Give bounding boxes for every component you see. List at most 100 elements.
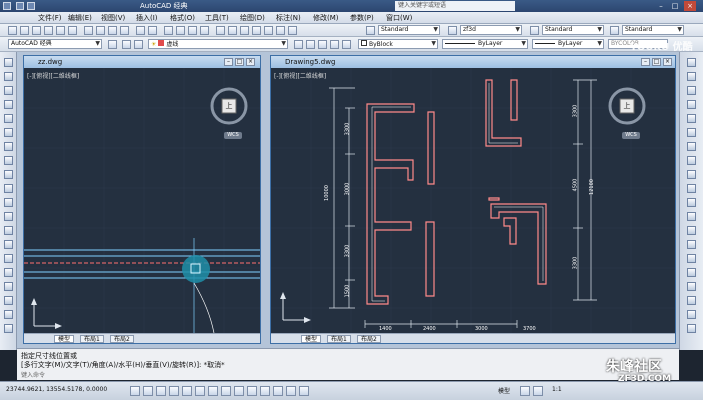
text-style-dropdown[interactable]: Standard ▼ [378, 25, 440, 35]
help-icon[interactable] [288, 26, 297, 35]
infer-constraints-icon[interactable] [130, 386, 140, 396]
tab-model[interactable]: 模型 [301, 335, 322, 343]
trim-icon[interactable] [687, 184, 696, 193]
linetype-dropdown[interactable]: ByLayer ▼ [442, 39, 528, 49]
zoom-realtime-icon[interactable] [176, 26, 185, 35]
menu-window[interactable]: 窗口(W) [386, 13, 412, 23]
stretch-icon[interactable] [687, 170, 696, 179]
menu-modify[interactable]: 修改(M) [313, 13, 339, 23]
copy-object-icon[interactable] [687, 72, 696, 81]
new-icon[interactable] [16, 2, 24, 10]
menu-format[interactable]: 格式(O) [170, 13, 195, 23]
multiline-text-icon[interactable] [4, 310, 13, 319]
break-icon[interactable] [687, 226, 696, 235]
menu-edit[interactable]: 编辑(E) [68, 13, 92, 23]
layer-match-icon[interactable] [342, 40, 351, 49]
new-file-icon[interactable] [8, 26, 17, 35]
publish-icon[interactable] [68, 26, 77, 35]
zoom-previous-icon[interactable] [200, 26, 209, 35]
line-icon[interactable] [4, 58, 13, 67]
revcloud-icon[interactable] [4, 156, 13, 165]
ellipse-arc-icon[interactable] [4, 198, 13, 207]
dim-style-dropdown[interactable]: zf3d ▼ [460, 25, 522, 35]
blend-curves-icon[interactable] [687, 282, 696, 291]
layer-unisolate-icon[interactable] [330, 40, 339, 49]
doc-maximize-button[interactable]: □ [652, 58, 661, 66]
menu-view[interactable]: 视图(V) [101, 13, 125, 23]
model-space-canvas[interactable]: [-][俯视][二维线框] [271, 68, 675, 333]
wcs-label[interactable]: WCS [224, 132, 242, 139]
quick-view-layouts-icon[interactable] [520, 386, 530, 396]
transparency-icon[interactable] [273, 386, 283, 396]
maximize-button[interactable]: □ [669, 1, 681, 11]
gradient-icon[interactable] [4, 268, 13, 277]
tab-layout2[interactable]: 布局2 [110, 335, 134, 343]
markup-icon[interactable] [264, 26, 273, 35]
make-block-icon[interactable] [4, 226, 13, 235]
sheet-set-icon[interactable] [252, 26, 261, 35]
layer-freeze-icon[interactable] [687, 324, 696, 333]
otrack-icon[interactable] [221, 386, 231, 396]
lineweight-toggle-icon[interactable] [260, 386, 270, 396]
paste-icon[interactable] [108, 26, 117, 35]
calculator-icon[interactable] [276, 26, 285, 35]
model-toggle[interactable]: 模型 [498, 386, 510, 395]
menu-parametric[interactable]: 参数(P) [350, 13, 374, 23]
design-center-icon[interactable] [228, 26, 237, 35]
doc-close-button[interactable]: × [246, 58, 255, 66]
zoom-window-icon[interactable] [188, 26, 197, 35]
doc-maximize-button[interactable]: □ [235, 58, 244, 66]
tab-model[interactable]: 模型 [54, 335, 75, 343]
print-icon[interactable] [44, 26, 53, 35]
dyn-icon[interactable] [247, 386, 257, 396]
ducs-icon[interactable] [234, 386, 244, 396]
color-dropdown[interactable]: ByBlock ▼ [358, 39, 438, 49]
array-icon[interactable] [687, 114, 696, 123]
explode-icon[interactable] [687, 296, 696, 305]
layer-dropdown[interactable]: ☀ 虚线 ▼ [148, 39, 288, 49]
properties-icon[interactable] [216, 26, 225, 35]
layer-off-icon[interactable] [687, 310, 696, 319]
mirror-icon[interactable] [687, 86, 696, 95]
view-cube[interactable]: 上 [620, 99, 634, 113]
table-style-dropdown[interactable]: Standard ▼ [542, 25, 604, 35]
rotate-icon[interactable] [687, 142, 696, 151]
pan-icon[interactable] [164, 26, 173, 35]
menu-draw[interactable]: 绘图(D) [240, 13, 265, 23]
offset-icon[interactable] [687, 100, 696, 109]
rectangle-icon[interactable] [4, 114, 13, 123]
arc-icon[interactable] [4, 128, 13, 137]
circle-icon[interactable] [4, 142, 13, 151]
lineweight-dropdown[interactable]: ByLayer ▼ [532, 39, 604, 49]
view-cube[interactable]: 上 [222, 99, 236, 113]
save-icon[interactable] [32, 26, 41, 35]
hatch-icon[interactable] [4, 254, 13, 263]
tool-palettes-icon[interactable] [240, 26, 249, 35]
open-file-icon[interactable] [20, 26, 29, 35]
ortho-icon[interactable] [169, 386, 179, 396]
region-icon[interactable] [4, 282, 13, 291]
redo-icon[interactable] [148, 26, 157, 35]
quick-view-drawings-icon[interactable] [533, 386, 543, 396]
move-icon[interactable] [687, 128, 696, 137]
match-properties-icon[interactable] [120, 26, 129, 35]
workspace-settings-icon[interactable] [108, 40, 117, 49]
copy-icon[interactable] [96, 26, 105, 35]
annotation-scale[interactable]: 1:1 [552, 386, 562, 393]
chamfer-icon[interactable] [687, 254, 696, 263]
menu-file[interactable]: 文件(F) [38, 13, 62, 23]
app-logo-icon[interactable] [3, 2, 11, 10]
construction-line-icon[interactable] [4, 72, 13, 81]
tab-layout2[interactable]: 布局2 [357, 335, 381, 343]
doc-minimize-button[interactable]: – [224, 58, 233, 66]
layer-state-icon[interactable] [134, 40, 143, 49]
menu-insert[interactable]: 插入(I) [136, 13, 158, 23]
insert-block-icon[interactable] [4, 212, 13, 221]
doc-minimize-button[interactable]: – [641, 58, 650, 66]
extend-icon[interactable] [687, 198, 696, 207]
table-icon[interactable] [4, 296, 13, 305]
tab-layout1[interactable]: 布局1 [80, 335, 104, 343]
tab-layout1[interactable]: 布局1 [327, 335, 351, 343]
doc-close-button[interactable]: × [663, 58, 672, 66]
search-input[interactable]: 键入关键字或短语 [395, 1, 515, 11]
